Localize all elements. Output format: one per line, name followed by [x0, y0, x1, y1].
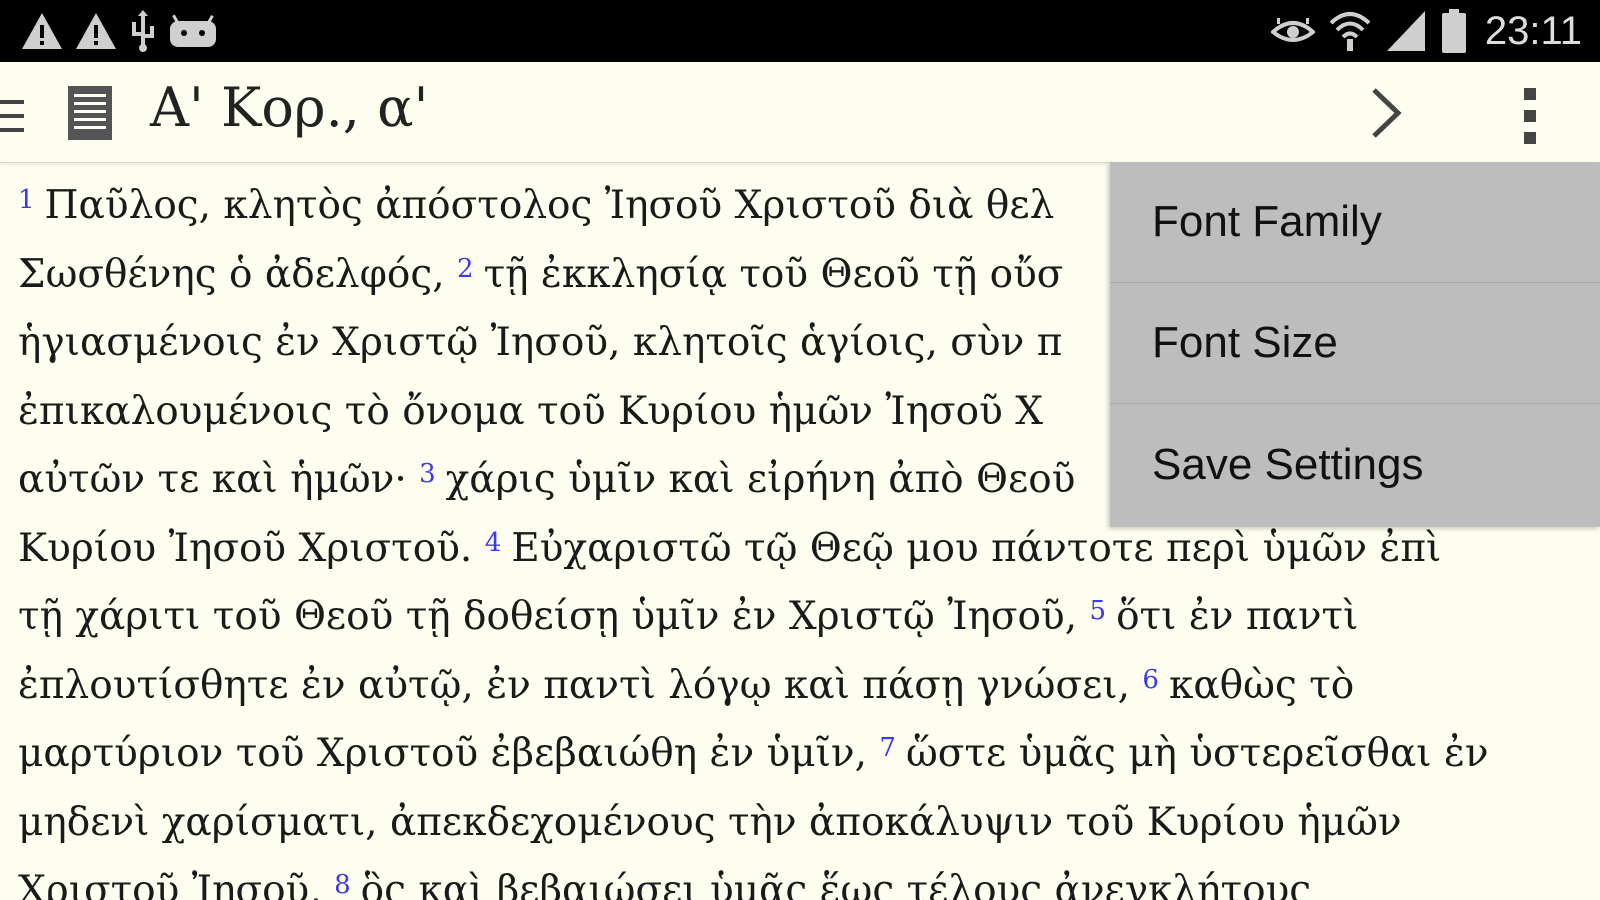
app-screen: 23:11 Α' Κορ., α' 1 Παῦλος, κλητὸς ἀπόστο… [0, 0, 1600, 900]
verse-text: μαρτύριον τοῦ Χριστοῦ ἐβεβαιώθη ἐν ὑμῖν, [18, 731, 880, 776]
book-icon[interactable] [66, 84, 114, 142]
verse-text: χάρις ὑμῖν καὶ εἰρήνη ἀπὸ Θεοῦ [445, 457, 1076, 502]
verse-number[interactable]: 1 [18, 185, 35, 215]
verse-text: μηδενὶ χαρίσματι, ἀπεκδεχομένους τὴν ἀπο… [18, 799, 1402, 845]
menu-item-font-size[interactable]: Font Size [1110, 283, 1600, 404]
verse-text: τῇ ἐκκλησίᾳ τοῦ Θεοῦ τῇ οὔσ [483, 251, 1064, 297]
verse-text: ἡγιασμένοις ἐν Χριστῷ Ἰησοῦ, κλητοῖς ἁγί… [18, 320, 1063, 365]
verse-text: τῇ χάριτι τοῦ Θεοῦ τῇ δοθείσῃ ὑμῖν ἐν Χρ… [18, 594, 1090, 639]
page-title[interactable]: Α' Κορ., α' [150, 76, 428, 139]
verse-text: ἐπλουτίσθητε ἐν αὐτῷ, ἐν παντὶ λόγῳ καὶ … [18, 662, 1143, 708]
verse-number[interactable]: 7 [879, 733, 896, 763]
warning-icon [74, 11, 118, 51]
verse-number[interactable]: 3 [419, 459, 436, 489]
verse-text: ὥστε ὑμᾶς μὴ ὑστερεῖσθαι ἐν [905, 731, 1489, 776]
verse-text: ὃς καὶ βεβαιώσει ὑμᾶς ἕως τέλους ἀνεγκλή… [360, 868, 1312, 900]
usb-icon [128, 10, 158, 52]
verse-number[interactable]: 6 [1142, 665, 1159, 695]
verse-text: αὐτῶν τε καὶ ἡμῶν· [18, 457, 420, 502]
verse-text: Παῦλος, κλητὸς ἀπόστολος Ἰησοῦ Χριστοῦ δ… [44, 183, 1055, 228]
verse-text: καθὼς τὸ [1168, 662, 1355, 708]
verse-number[interactable]: 8 [334, 870, 351, 900]
verse-text: ἐπικαλουμένοις τὸ ὄνομα τοῦ Κυρίου ἡμῶν … [18, 388, 1044, 434]
status-bar-notifications [20, 10, 218, 52]
overflow-menu-icon[interactable] [1516, 88, 1544, 144]
drawer-icon[interactable] [0, 96, 28, 136]
text-line: μηδενὶ χαρίσματι, ἀπεκδεχομένους τὴν ἀπο… [18, 789, 1578, 858]
text-line: μαρτύριον τοῦ Χριστοῦ ἐβεβαιώθη ἐν ὑμῖν,… [18, 720, 1578, 789]
action-bar: Α' Κορ., α' [0, 62, 1600, 163]
status-bar: 23:11 [0, 0, 1600, 62]
warning-icon [20, 11, 64, 51]
text-line: ἐπλουτίσθητε ἐν αὐτῷ, ἐν παντὶ λόγῳ καὶ … [18, 652, 1578, 721]
verse-text: ὅτι ἐν παντὶ [1116, 594, 1359, 639]
verse-number[interactable]: 4 [485, 528, 502, 558]
text-line: τῇ χάριτι τοῦ Θεοῦ τῇ δοθείσῃ ὑμῖν ἐν Χρ… [18, 583, 1578, 652]
wifi-icon [1329, 9, 1371, 53]
status-clock: 23:11 [1484, 8, 1582, 53]
android-debug-icon [168, 13, 218, 49]
text-line: Χριστοῦ Ἰησοῦ, 8 ὃς καὶ βεβαιώσει ὑμᾶς ἕω… [18, 857, 1578, 900]
menu-item-save-settings[interactable]: Save Settings [1110, 404, 1600, 525]
menu-item-font-family[interactable]: Font Family [1110, 162, 1600, 283]
verse-text: Σωσθένης ὁ ἀδελφός, [18, 251, 458, 297]
overflow-menu: Font Family Font Size Save Settings [1110, 162, 1600, 527]
eye-icon [1270, 16, 1315, 46]
battery-icon [1441, 9, 1467, 53]
verse-number[interactable]: 5 [1090, 596, 1107, 626]
signal-icon [1385, 9, 1427, 53]
verse-text: Χριστοῦ Ἰησοῦ, [18, 868, 335, 900]
verse-text: Εὐχαριστῶ τῷ Θεῷ μου πάντοτε περὶ ὑμῶν ἐ… [511, 525, 1442, 571]
verse-number[interactable]: 2 [457, 254, 474, 284]
verse-text: Κυρίου Ἰησοῦ Χριστοῦ. [18, 525, 485, 571]
chevron-right-icon[interactable] [1366, 86, 1406, 140]
status-bar-system: 23:11 [1270, 8, 1582, 54]
